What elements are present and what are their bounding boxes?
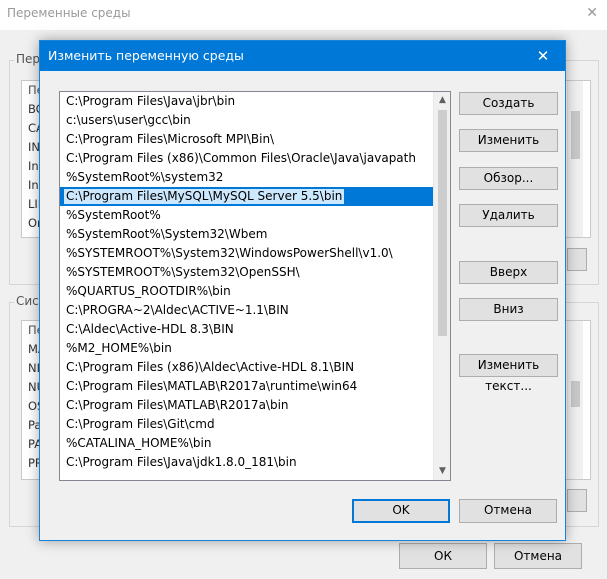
path-row[interactable]: %CATALINA_HOME%\bin xyxy=(60,434,433,453)
delete-button[interactable]: Удалить xyxy=(459,204,558,227)
path-row[interactable]: %M2_HOME%\bin xyxy=(60,339,433,358)
user-variables-scrollbar[interactable] xyxy=(567,81,583,237)
dialog-title: Изменить переменную среды xyxy=(48,48,244,63)
path-row[interactable]: C:\Program Files (x86)\Aldec\Active-HDL … xyxy=(60,358,433,377)
path-row[interactable]: C:\Program Files\Java\jdk1.8.0_181\bin xyxy=(60,453,433,472)
user-variables-button[interactable] xyxy=(567,248,587,271)
path-row[interactable]: C:\Program Files\Microsoft MPI\Bin\ xyxy=(60,130,433,149)
edit-button[interactable]: Изменить xyxy=(459,129,558,152)
system-variables-button[interactable] xyxy=(567,489,587,512)
background-ok-button[interactable]: ОК xyxy=(399,543,487,569)
browse-button[interactable]: Обзор... xyxy=(459,167,558,190)
scroll-up-icon[interactable]: ▲ xyxy=(434,92,450,109)
path-row[interactable]: C:\Program Files (x86)\Common Files\Orac… xyxy=(60,149,433,168)
path-row[interactable]: C:\Program Files\MATLAB\R2017a\bin xyxy=(60,396,433,415)
path-row[interactable]: C:\Program Files\Git\cmd xyxy=(60,415,433,434)
scroll-thumb[interactable] xyxy=(438,110,447,336)
system-variables-scroll-thumb[interactable] xyxy=(571,381,580,407)
path-row-selected[interactable]: C:\Program Files\MySQL\MySQL Server 5.5\… xyxy=(60,187,433,206)
edit-env-variable-dialog: Изменить переменную среды ✕ C:\Program F… xyxy=(39,40,566,541)
move-down-button[interactable]: Вниз xyxy=(459,298,558,321)
path-list[interactable]: C:\Program Files\Java\jbr\bin c:\users\us… xyxy=(59,91,451,481)
path-row[interactable]: c:\users\user\gcc\bin xyxy=(60,111,433,130)
background-close-icon[interactable]: ✕ xyxy=(586,5,598,21)
path-row[interactable]: C:\Program Files\Java\jbr\bin xyxy=(60,92,433,111)
path-list-scrollbar[interactable]: ▲ ▼ xyxy=(433,92,450,480)
background-titlebar: Переменные среды ✕ xyxy=(0,0,607,30)
path-row[interactable]: %SystemRoot%\system32 xyxy=(60,168,433,187)
dialog-ok-button[interactable]: OK xyxy=(352,499,450,523)
path-row[interactable]: %SYSTEMROOT%\System32\WindowsPowerShell\… xyxy=(60,244,433,263)
path-inline-edit-field[interactable]: C:\Program Files\MySQL\MySQL Server 5.5\… xyxy=(63,188,346,205)
edit-text-button[interactable]: Изменить текст... xyxy=(459,354,558,393)
user-variables-scroll-thumb[interactable] xyxy=(571,111,580,159)
path-rows: C:\Program Files\Java\jbr\bin c:\users\us… xyxy=(60,92,433,472)
path-row[interactable]: %SystemRoot%\System32\Wbem xyxy=(60,225,433,244)
user-variables-label: Пер xyxy=(14,52,43,66)
background-title: Переменные среды xyxy=(7,6,131,20)
create-button[interactable]: Создать xyxy=(459,92,558,115)
system-variables-scrollbar[interactable] xyxy=(567,321,583,479)
dialog-titlebar: Изменить переменную среды ✕ xyxy=(40,41,565,71)
scroll-down-icon[interactable]: ▼ xyxy=(434,463,450,480)
background-cancel-button[interactable]: Отмена xyxy=(494,543,582,569)
path-row[interactable]: %SYSTEMROOT%\System32\OpenSSH\ xyxy=(60,263,433,282)
path-row[interactable]: C:\Program Files\MATLAB\R2017a\runtime\w… xyxy=(60,377,433,396)
path-row[interactable]: C:\PROGRA~2\Aldec\ACTIVE~1.1\BIN xyxy=(60,301,433,320)
dialog-close-icon[interactable]: ✕ xyxy=(521,41,565,71)
path-row[interactable]: %SystemRoot% xyxy=(60,206,433,225)
dialog-cancel-button[interactable]: Отмена xyxy=(459,499,557,523)
move-up-button[interactable]: Вверх xyxy=(459,261,558,284)
path-row[interactable]: %QUARTUS_ROOTDIR%\bin xyxy=(60,282,433,301)
path-row[interactable]: C:\Aldec\Active-HDL 8.3\BIN xyxy=(60,320,433,339)
